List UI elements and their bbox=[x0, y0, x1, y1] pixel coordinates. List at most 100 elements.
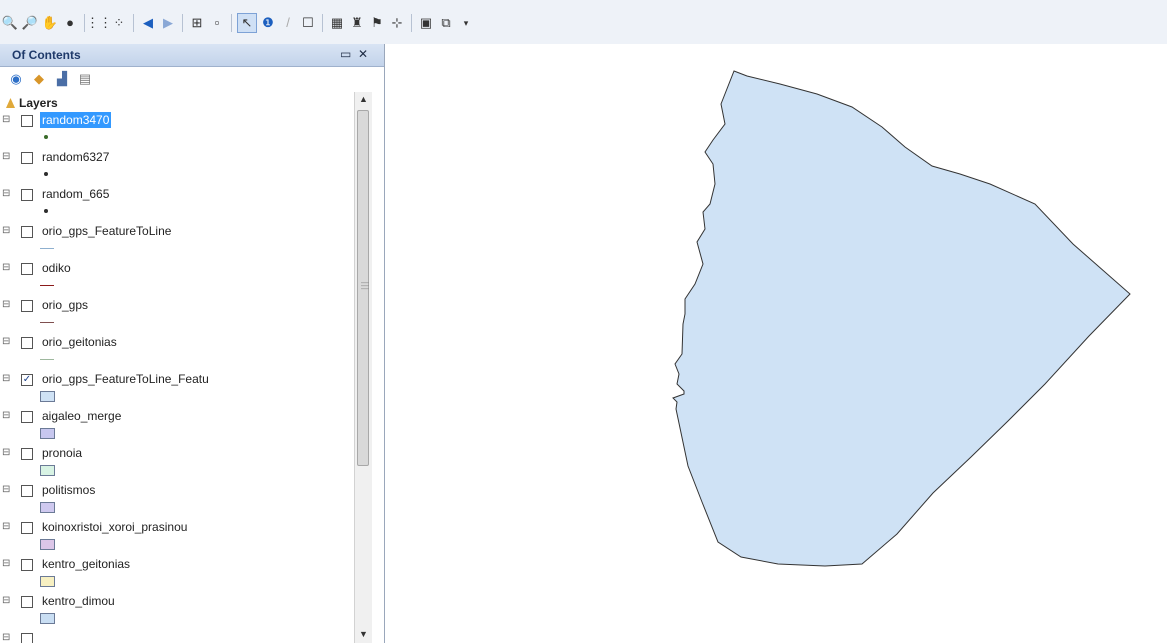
point-symbol-icon[interactable] bbox=[44, 135, 48, 139]
layer-visibility-checkbox[interactable] bbox=[21, 596, 33, 608]
layer-item[interactable]: ⊟ kentro_geitonias bbox=[0, 556, 354, 593]
layer-visibility-checkbox[interactable] bbox=[21, 448, 33, 460]
scroll-up-icon[interactable]: ▲ bbox=[359, 94, 368, 104]
layer-name[interactable]: aigaleo_merge bbox=[40, 408, 123, 424]
expand-toggle-icon[interactable]: ⊟ bbox=[2, 410, 10, 421]
polygon-symbol-icon[interactable] bbox=[40, 576, 55, 587]
expand-toggle-icon[interactable]: ⊟ bbox=[2, 262, 10, 273]
layer-item[interactable]: ⊟ aigaleo_merge bbox=[0, 408, 354, 445]
go-to-xy-icon[interactable]: ⊹ bbox=[388, 14, 406, 32]
layer-visibility-checkbox[interactable] bbox=[21, 559, 33, 571]
layer-item[interactable]: ⊟ random6327 bbox=[0, 149, 354, 186]
layer-visibility-checkbox[interactable] bbox=[21, 633, 33, 643]
layer-name[interactable]: kentro_geitonias bbox=[40, 556, 132, 572]
layer-item[interactable]: ⊟ bbox=[0, 630, 354, 643]
layer-item[interactable]: ⊟ pronoia bbox=[0, 445, 354, 482]
line-symbol-icon[interactable] bbox=[40, 285, 54, 286]
layer-item[interactable]: ⊟ orio_gps_FeatureToLine bbox=[0, 223, 354, 260]
layer-visibility-checkbox[interactable]: ✓ bbox=[21, 374, 33, 386]
list-by-selection-icon[interactable]: ▤ bbox=[76, 70, 94, 88]
select-elements-icon[interactable]: ↖ bbox=[237, 13, 257, 33]
layer-name[interactable]: orio_gps_FeatureToLine_Featu bbox=[40, 371, 211, 387]
list-by-drawing-order-icon[interactable]: ◉ bbox=[7, 70, 25, 88]
layer-name[interactable]: orio_gps_FeatureToLine bbox=[40, 223, 173, 239]
line-symbol-icon[interactable] bbox=[40, 248, 54, 249]
expand-toggle-icon[interactable]: ⊟ bbox=[2, 447, 10, 458]
expand-toggle-icon[interactable]: ⊟ bbox=[2, 188, 10, 199]
layers-root-node[interactable]: Layers bbox=[6, 96, 58, 110]
find-route-icon[interactable]: ⚑ bbox=[368, 14, 386, 32]
pan-icon[interactable]: ✋ bbox=[41, 14, 59, 32]
layer-item[interactable]: ⊟ random_665 bbox=[0, 186, 354, 223]
expand-toggle-icon[interactable]: ⊟ bbox=[2, 299, 10, 310]
layer-visibility-checkbox[interactable] bbox=[21, 300, 33, 312]
list-by-visibility-icon[interactable]: ▟ bbox=[53, 70, 71, 88]
zoom-in-icon[interactable]: 🔎 bbox=[21, 14, 39, 32]
expand-toggle-icon[interactable]: ⊟ bbox=[2, 373, 10, 384]
layer-name[interactable]: kentro_dimou bbox=[40, 593, 117, 609]
layer-visibility-checkbox[interactable] bbox=[21, 485, 33, 497]
zoom-out-icon[interactable]: 🔍 bbox=[1, 14, 19, 32]
expand-toggle-icon[interactable]: ⊟ bbox=[2, 336, 10, 347]
layer-name[interactable] bbox=[40, 630, 44, 643]
layer-name[interactable]: odiko bbox=[40, 260, 73, 276]
select-features-icon[interactable]: ⊞ bbox=[188, 14, 206, 32]
auto-hide-icon[interactable]: ▭ bbox=[340, 47, 351, 61]
layer-visibility-checkbox[interactable] bbox=[21, 152, 33, 164]
polygon-symbol-icon[interactable] bbox=[40, 539, 55, 550]
layer-visibility-checkbox[interactable] bbox=[21, 411, 33, 423]
full-extent-icon[interactable]: ● bbox=[61, 14, 79, 32]
forward-extent-icon[interactable]: ▶ bbox=[159, 14, 177, 32]
fixed-zoom-in-icon[interactable]: ⋮⋮ bbox=[86, 14, 112, 32]
scroll-down-icon[interactable]: ▼ bbox=[359, 629, 368, 639]
edit-pencil-icon[interactable]: / bbox=[279, 14, 297, 32]
measure-icon[interactable]: ▦ bbox=[328, 14, 346, 32]
line-symbol-icon[interactable] bbox=[40, 322, 54, 323]
layer-name[interactable]: orio_geitonias bbox=[40, 334, 119, 350]
clear-selection-icon[interactable]: ▫ bbox=[208, 14, 226, 32]
find-binoculars-icon[interactable]: ♜ bbox=[348, 14, 366, 32]
fixed-zoom-out-icon[interactable]: ⁘ bbox=[110, 14, 128, 32]
polygon-symbol-icon[interactable] bbox=[40, 391, 55, 402]
point-symbol-icon[interactable] bbox=[44, 209, 48, 213]
polygon-symbol-icon[interactable] bbox=[40, 613, 55, 624]
scroll-thumb[interactable]: — — — bbox=[357, 110, 369, 466]
layer-visibility-checkbox[interactable] bbox=[21, 189, 33, 201]
layer-item[interactable]: ⊟ kentro_dimou bbox=[0, 593, 354, 630]
expand-toggle-icon[interactable]: ⊟ bbox=[2, 114, 10, 125]
layer-name[interactable]: pronoia bbox=[40, 445, 84, 461]
layer-item[interactable]: ⊟ odiko bbox=[0, 260, 354, 297]
expand-toggle-icon[interactable]: ⊟ bbox=[2, 558, 10, 569]
line-symbol-icon[interactable] bbox=[40, 359, 54, 360]
layer-name[interactable]: koinoxristoi_xoroi_prasinou bbox=[40, 519, 189, 535]
toc-scrollbar[interactable]: ▲ — — — ▼ bbox=[354, 92, 372, 643]
layer-name[interactable]: random6327 bbox=[40, 149, 111, 165]
layer-name[interactable]: orio_gps bbox=[40, 297, 90, 313]
layer-visibility-checkbox[interactable] bbox=[21, 522, 33, 534]
map-polygon-feature[interactable] bbox=[672, 70, 1131, 567]
polygon-symbol-icon[interactable] bbox=[40, 502, 55, 513]
close-icon[interactable]: ✕ bbox=[358, 47, 368, 61]
toolbar-options-icon[interactable]: ▾ bbox=[457, 14, 475, 32]
html-popup-icon[interactable]: ☐ bbox=[299, 14, 317, 32]
map-view[interactable] bbox=[385, 44, 1167, 643]
point-symbol-icon[interactable] bbox=[44, 172, 48, 176]
expand-toggle-icon[interactable]: ⊟ bbox=[2, 595, 10, 606]
layer-visibility-checkbox[interactable] bbox=[21, 263, 33, 275]
layer-name[interactable]: random_665 bbox=[40, 186, 111, 202]
polygon-symbol-icon[interactable] bbox=[40, 428, 55, 439]
expand-toggle-icon[interactable]: ⊟ bbox=[2, 521, 10, 532]
layer-item[interactable]: ⊟ orio_gps bbox=[0, 297, 354, 334]
map-canvas[interactable] bbox=[385, 44, 1167, 643]
layer-name[interactable]: random3470 bbox=[40, 112, 112, 128]
back-extent-icon[interactable]: ◀ bbox=[139, 14, 157, 32]
identify-icon[interactable]: ❶ bbox=[259, 14, 277, 32]
list-by-source-icon[interactable]: ◆ bbox=[30, 70, 48, 88]
layer-item[interactable]: ⊟ koinoxristoi_xoroi_prasinou bbox=[0, 519, 354, 556]
layer-item[interactable]: ⊟ random3470 bbox=[0, 112, 354, 149]
expand-toggle-icon[interactable]: ⊟ bbox=[2, 484, 10, 495]
layer-item[interactable]: ⊟ politismos bbox=[0, 482, 354, 519]
polygon-symbol-icon[interactable] bbox=[40, 465, 55, 476]
layer-name[interactable]: politismos bbox=[40, 482, 97, 498]
time-slider-icon[interactable]: ⧉ bbox=[437, 14, 455, 32]
